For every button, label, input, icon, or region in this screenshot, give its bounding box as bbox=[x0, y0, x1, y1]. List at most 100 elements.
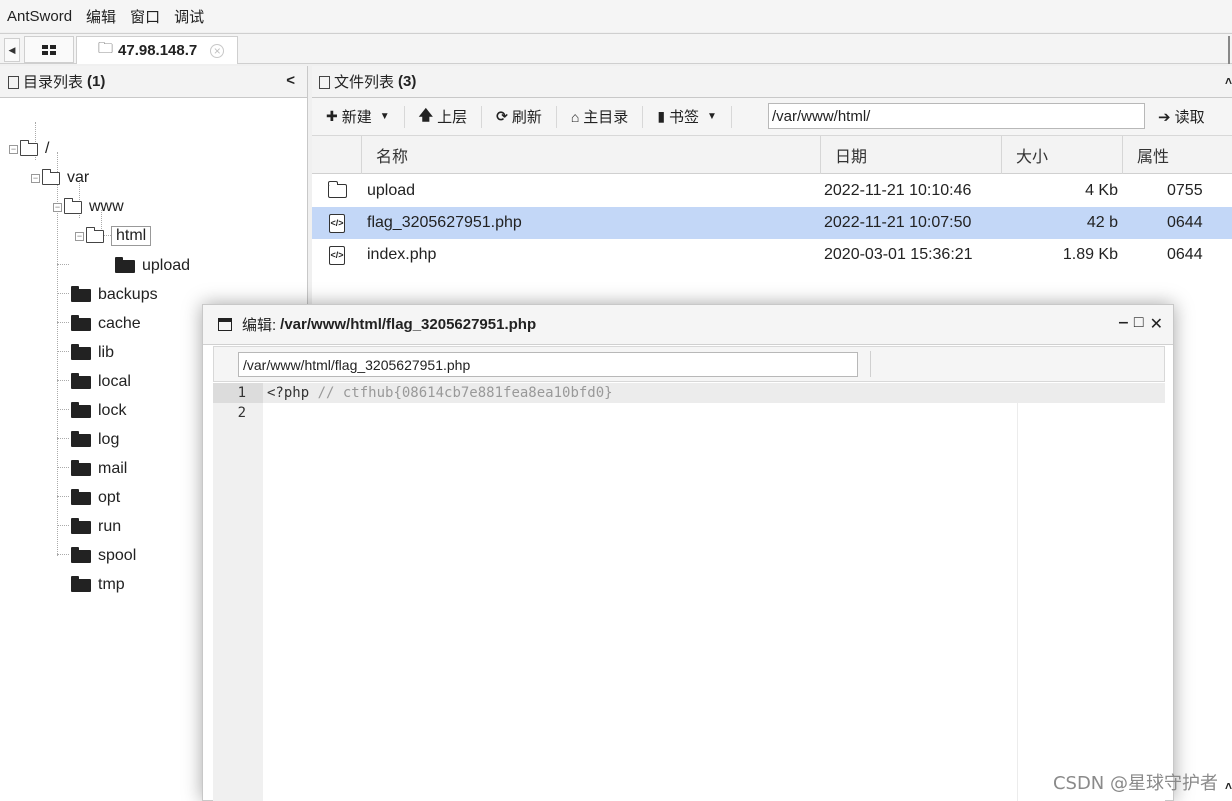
tree-node-www[interactable]: − www bbox=[53, 194, 124, 220]
folder-closed-icon bbox=[71, 285, 91, 302]
arrow-right-icon: ➔ bbox=[1158, 108, 1171, 126]
document-icon bbox=[8, 76, 19, 89]
close-icon[interactable]: × bbox=[210, 43, 225, 58]
php-file-icon: </> bbox=[329, 213, 345, 233]
tree-node-label: log bbox=[98, 431, 120, 448]
code-comment: // ctfhub{08614cb7e881fea8ea10bfd0} bbox=[309, 385, 613, 401]
editor-title-bar[interactable]: 编辑: /var/www/html/flag_3205627951.php ‒ … bbox=[203, 305, 1173, 345]
tree-node-cache[interactable]: cache bbox=[71, 311, 141, 337]
caret-up-icon[interactable]: ˄ bbox=[1225, 74, 1232, 88]
tree-node-root[interactable]: − / bbox=[9, 136, 49, 162]
file-panel-count: (3) bbox=[398, 73, 417, 90]
tree-line bbox=[57, 351, 69, 352]
new-button[interactable]: ✚ 新建 ▼ bbox=[326, 105, 405, 128]
menubar: AntSword 编辑 窗口 调试 bbox=[0, 0, 1232, 32]
tree-line bbox=[57, 409, 69, 410]
tree-node-html[interactable]: − html bbox=[75, 223, 152, 249]
tree-node-label: tmp bbox=[98, 576, 125, 593]
toolbar-divider bbox=[870, 351, 871, 377]
table-row[interactable]: upload 2022-11-21 10:10:46 4 Kb 0755 bbox=[312, 175, 1232, 207]
column-header-date[interactable]: 日期 bbox=[820, 136, 1001, 174]
folder-closed-icon bbox=[71, 546, 91, 563]
tree-node-mail[interactable]: mail bbox=[71, 456, 127, 482]
code-editor[interactable]: 1 2 <?php // ctfhub{08614cb7e881fea8ea10… bbox=[213, 383, 1165, 801]
code-line[interactable]: <?php // ctfhub{08614cb7e881fea8ea10bfd0… bbox=[263, 383, 1165, 403]
menu-antsword[interactable]: AntSword bbox=[7, 8, 72, 25]
home-button[interactable]: ⌂ 主目录 bbox=[571, 105, 644, 128]
tree-node-lib[interactable]: lib bbox=[71, 340, 114, 366]
folder-closed-icon bbox=[71, 401, 91, 418]
collapse-icon[interactable]: − bbox=[9, 144, 18, 154]
read-button-label: 读取 bbox=[1174, 109, 1205, 126]
tree-node-label: / bbox=[45, 140, 50, 157]
home-button-label: 主目录 bbox=[583, 109, 629, 126]
refresh-button-label: 刷新 bbox=[511, 109, 542, 126]
bookmark-icon: ▮ bbox=[657, 108, 666, 124]
column-header-size[interactable]: 大小 bbox=[1001, 136, 1122, 174]
file-panel-title: 文件列表 bbox=[334, 74, 395, 91]
tree-node-lock[interactable]: lock bbox=[71, 398, 126, 424]
editor-path-input[interactable] bbox=[238, 352, 858, 377]
tree-node-label: var bbox=[67, 169, 90, 186]
read-button[interactable]: ➔ 读取 bbox=[1158, 106, 1205, 127]
column-header-name[interactable]: 名称 bbox=[361, 136, 820, 174]
tree-node-upload[interactable]: upload bbox=[115, 253, 190, 279]
file-date: 2020-03-01 15:36:21 bbox=[824, 246, 973, 263]
plus-circle-icon: ✚ bbox=[326, 108, 338, 124]
file-name: flag_3205627951.php bbox=[367, 214, 522, 231]
tree-node-tmp[interactable]: tmp bbox=[71, 572, 125, 598]
tree-line bbox=[57, 525, 69, 526]
folder-closed-icon bbox=[71, 517, 91, 534]
editor-title-prefix: 编辑: bbox=[242, 317, 277, 334]
tree-line bbox=[57, 322, 69, 323]
tree-line bbox=[57, 264, 69, 265]
collapse-icon[interactable]: − bbox=[31, 173, 40, 183]
column-header-perm[interactable]: 属性 bbox=[1122, 136, 1232, 174]
tree-node-opt[interactable]: opt bbox=[71, 485, 120, 511]
file-size: 1.89 Kb bbox=[1062, 246, 1118, 263]
bookmark-button[interactable]: ▮ 书签 ▼ bbox=[657, 105, 732, 128]
up-button-label: 上层 bbox=[437, 109, 468, 126]
folder-closed-icon bbox=[71, 430, 91, 447]
file-size: 4 Kb bbox=[1085, 182, 1118, 199]
close-icon[interactable]: ✕ bbox=[1150, 314, 1163, 334]
tab-host[interactable]: 🗀 47.98.148.7 × bbox=[76, 36, 238, 64]
code-line[interactable] bbox=[263, 403, 1165, 423]
table-row[interactable]: </> index.php 2020-03-01 15:36:21 1.89 K… bbox=[312, 239, 1232, 271]
tab-home-grid[interactable] bbox=[24, 36, 74, 63]
minimize-icon[interactable]: ‒ bbox=[1119, 314, 1128, 334]
menu-window[interactable]: 窗口 bbox=[130, 6, 160, 27]
tree-node-label: cache bbox=[98, 315, 141, 332]
grid-icon bbox=[42, 44, 56, 55]
path-input[interactable] bbox=[768, 103, 1145, 129]
tree-node-var[interactable]: − var bbox=[31, 165, 89, 191]
tree-node-backups[interactable]: backups bbox=[71, 282, 158, 308]
folder-closed-icon bbox=[71, 575, 91, 592]
collapse-icon[interactable]: − bbox=[53, 202, 62, 212]
tree-node-run[interactable]: run bbox=[71, 514, 121, 540]
collapse-left-icon[interactable]: < bbox=[286, 72, 295, 89]
menu-debug[interactable]: 调试 bbox=[174, 6, 204, 27]
table-row[interactable]: </> flag_3205627951.php 2022-11-21 10:07… bbox=[312, 207, 1232, 239]
menu-edit[interactable]: 编辑 bbox=[86, 6, 116, 27]
tree-node-local[interactable]: local bbox=[71, 369, 131, 395]
tab-scroll-left-button[interactable]: ◀ bbox=[4, 38, 20, 62]
maximize-icon[interactable]: □ bbox=[1134, 314, 1144, 334]
caret-down-icon: ▼ bbox=[379, 111, 390, 122]
line-number: 1 bbox=[213, 383, 263, 403]
tree-node-spool[interactable]: spool bbox=[71, 543, 136, 569]
folder-closed-icon bbox=[71, 372, 91, 389]
refresh-button[interactable]: ⟳ 刷新 bbox=[496, 105, 557, 128]
tree-node-label: run bbox=[98, 518, 122, 535]
tree-node-log[interactable]: log bbox=[71, 427, 119, 453]
folder-open-icon bbox=[20, 139, 38, 156]
up-button[interactable]: 🡅 上层 bbox=[419, 105, 483, 128]
file-date: 2022-11-21 10:07:50 bbox=[824, 214, 972, 231]
directory-panel-title: 目录列表 bbox=[23, 74, 84, 91]
collapse-icon[interactable]: − bbox=[75, 231, 84, 241]
php-file-icon: </> bbox=[329, 245, 345, 265]
tab-strip-divider bbox=[1228, 36, 1230, 64]
editor-title-path: /var/www/html/flag_3205627951.php bbox=[280, 316, 537, 333]
window-controls: ‒ □ ✕ bbox=[1119, 314, 1163, 334]
file-name: upload bbox=[367, 182, 416, 199]
